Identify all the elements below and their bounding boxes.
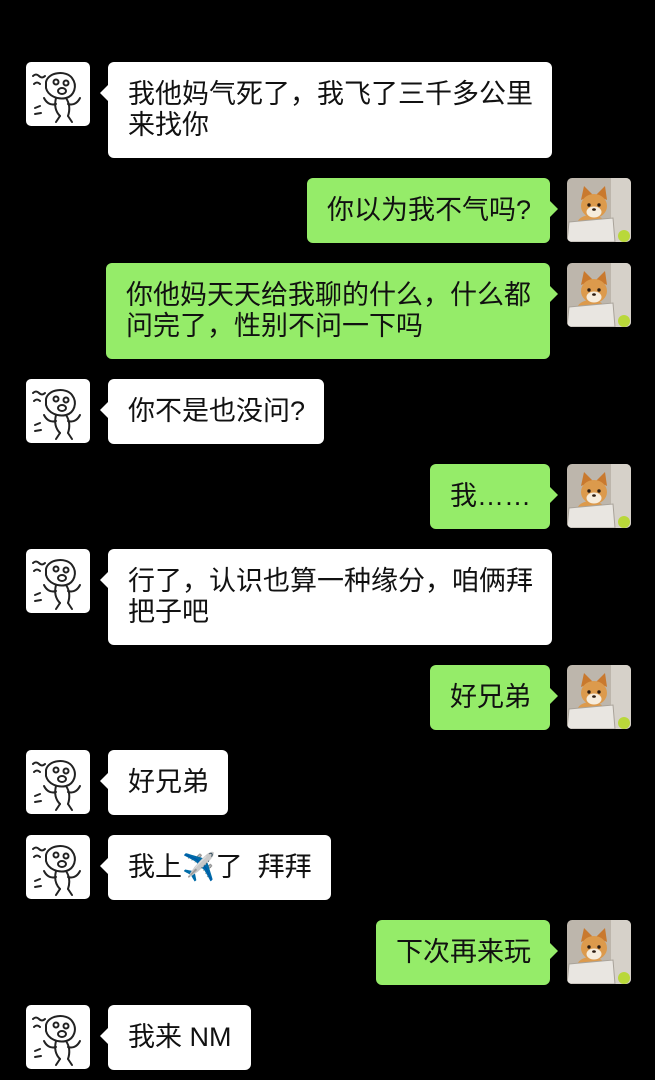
message-text-line: 行了，认识也算一种缘分，咱俩拜 — [128, 566, 533, 596]
message-text-line: 我…… — [450, 481, 531, 511]
own-avatar[interactable] — [567, 263, 631, 327]
message-row-incoming: 我他妈气死了，我飞了三千多公里 来找你 — [0, 62, 655, 158]
incoming-message-bubble[interactable]: 好兄弟 — [100, 750, 228, 815]
message-text-line: 我上✈️了 拜拜 — [128, 852, 312, 883]
message-row-incoming: 我来 NM — [0, 1005, 655, 1070]
contact-avatar[interactable] — [26, 1005, 90, 1069]
sketch-doodle-avatar-icon — [26, 379, 90, 443]
message-row-incoming: 我上✈️了 拜拜 — [0, 835, 655, 900]
contact-avatar[interactable] — [26, 549, 90, 613]
outgoing-message-bubble[interactable]: 好兄弟 — [430, 665, 558, 730]
contact-avatar[interactable] — [26, 62, 90, 126]
shiba-dog-avatar-icon — [567, 464, 631, 528]
shiba-dog-avatar-icon — [567, 920, 631, 984]
sketch-doodle-avatar-icon — [26, 750, 90, 814]
message-row-incoming: 行了，认识也算一种缘分，咱俩拜 把子吧 — [0, 549, 655, 645]
message-text-line: 下次再来玩 — [396, 937, 531, 967]
own-avatar[interactable] — [567, 178, 631, 242]
airplane-emoji-icon: ✈️ — [182, 852, 216, 883]
message-text-line: 我他妈气死了，我飞了三千多公里 — [128, 79, 533, 109]
message-row-outgoing: 好兄弟 — [0, 665, 655, 730]
contact-avatar[interactable] — [26, 835, 90, 899]
incoming-message-bubble[interactable]: 我上✈️了 拜拜 — [100, 835, 331, 900]
message-text-line: 你不是也没问? — [128, 396, 306, 426]
message-text-line: 我来 NM — [128, 1022, 232, 1052]
sketch-doodle-avatar-icon — [26, 1005, 90, 1069]
message-row-incoming: 好兄弟 — [0, 750, 655, 815]
shiba-dog-avatar-icon — [567, 263, 631, 327]
message-text: 我上 — [128, 852, 182, 882]
message-row-outgoing: 你他妈天天给我聊的什么，什么都 问完了，性别不问一下吗 — [0, 263, 655, 359]
message-row-incoming: 你不是也没问? — [0, 379, 655, 444]
message-text-line: 好兄弟 — [128, 767, 209, 797]
own-avatar[interactable] — [567, 920, 631, 984]
incoming-message-bubble[interactable]: 我他妈气死了，我飞了三千多公里 来找你 — [100, 62, 552, 158]
outgoing-message-bubble[interactable]: 我…… — [430, 464, 558, 529]
sketch-doodle-avatar-icon — [26, 549, 90, 613]
incoming-message-bubble[interactable]: 你不是也没问? — [99, 379, 325, 444]
message-text: 了 拜拜 — [215, 852, 312, 882]
chat-conversation: 我他妈气死了，我飞了三千多公里 来找你 你以为我不气吗? 你他妈天天给我聊的什么… — [0, 0, 655, 1080]
message-row-outgoing: 我…… — [0, 464, 655, 529]
shiba-dog-avatar-icon — [567, 178, 631, 242]
sketch-doodle-avatar-icon — [26, 62, 90, 126]
message-row-outgoing: 你以为我不气吗? — [0, 178, 655, 243]
message-text-line: 你他妈天天给我聊的什么，什么都 — [126, 280, 531, 310]
own-avatar[interactable] — [567, 665, 631, 729]
outgoing-message-bubble[interactable]: 你以为我不气吗? — [306, 178, 559, 243]
outgoing-message-bubble[interactable]: 你他妈天天给我聊的什么，什么都 问完了，性别不问一下吗 — [106, 263, 558, 359]
message-text-line: 把子吧 — [128, 597, 209, 627]
shiba-dog-avatar-icon — [567, 665, 631, 729]
incoming-message-bubble[interactable]: 行了，认识也算一种缘分，咱俩拜 把子吧 — [100, 549, 552, 645]
outgoing-message-bubble[interactable]: 下次再来玩 — [376, 920, 558, 985]
own-avatar[interactable] — [567, 464, 631, 528]
message-row-outgoing: 下次再来玩 — [0, 920, 655, 985]
contact-avatar[interactable] — [26, 379, 90, 443]
message-text-line: 问完了，性别不问一下吗 — [126, 311, 423, 341]
message-text-line: 好兄弟 — [450, 682, 531, 712]
message-text-line: 来找你 — [128, 110, 209, 140]
contact-avatar[interactable] — [26, 750, 90, 814]
message-text-line: 你以为我不气吗? — [326, 195, 531, 225]
incoming-message-bubble[interactable]: 我来 NM — [100, 1005, 251, 1070]
sketch-doodle-avatar-icon — [26, 835, 90, 899]
